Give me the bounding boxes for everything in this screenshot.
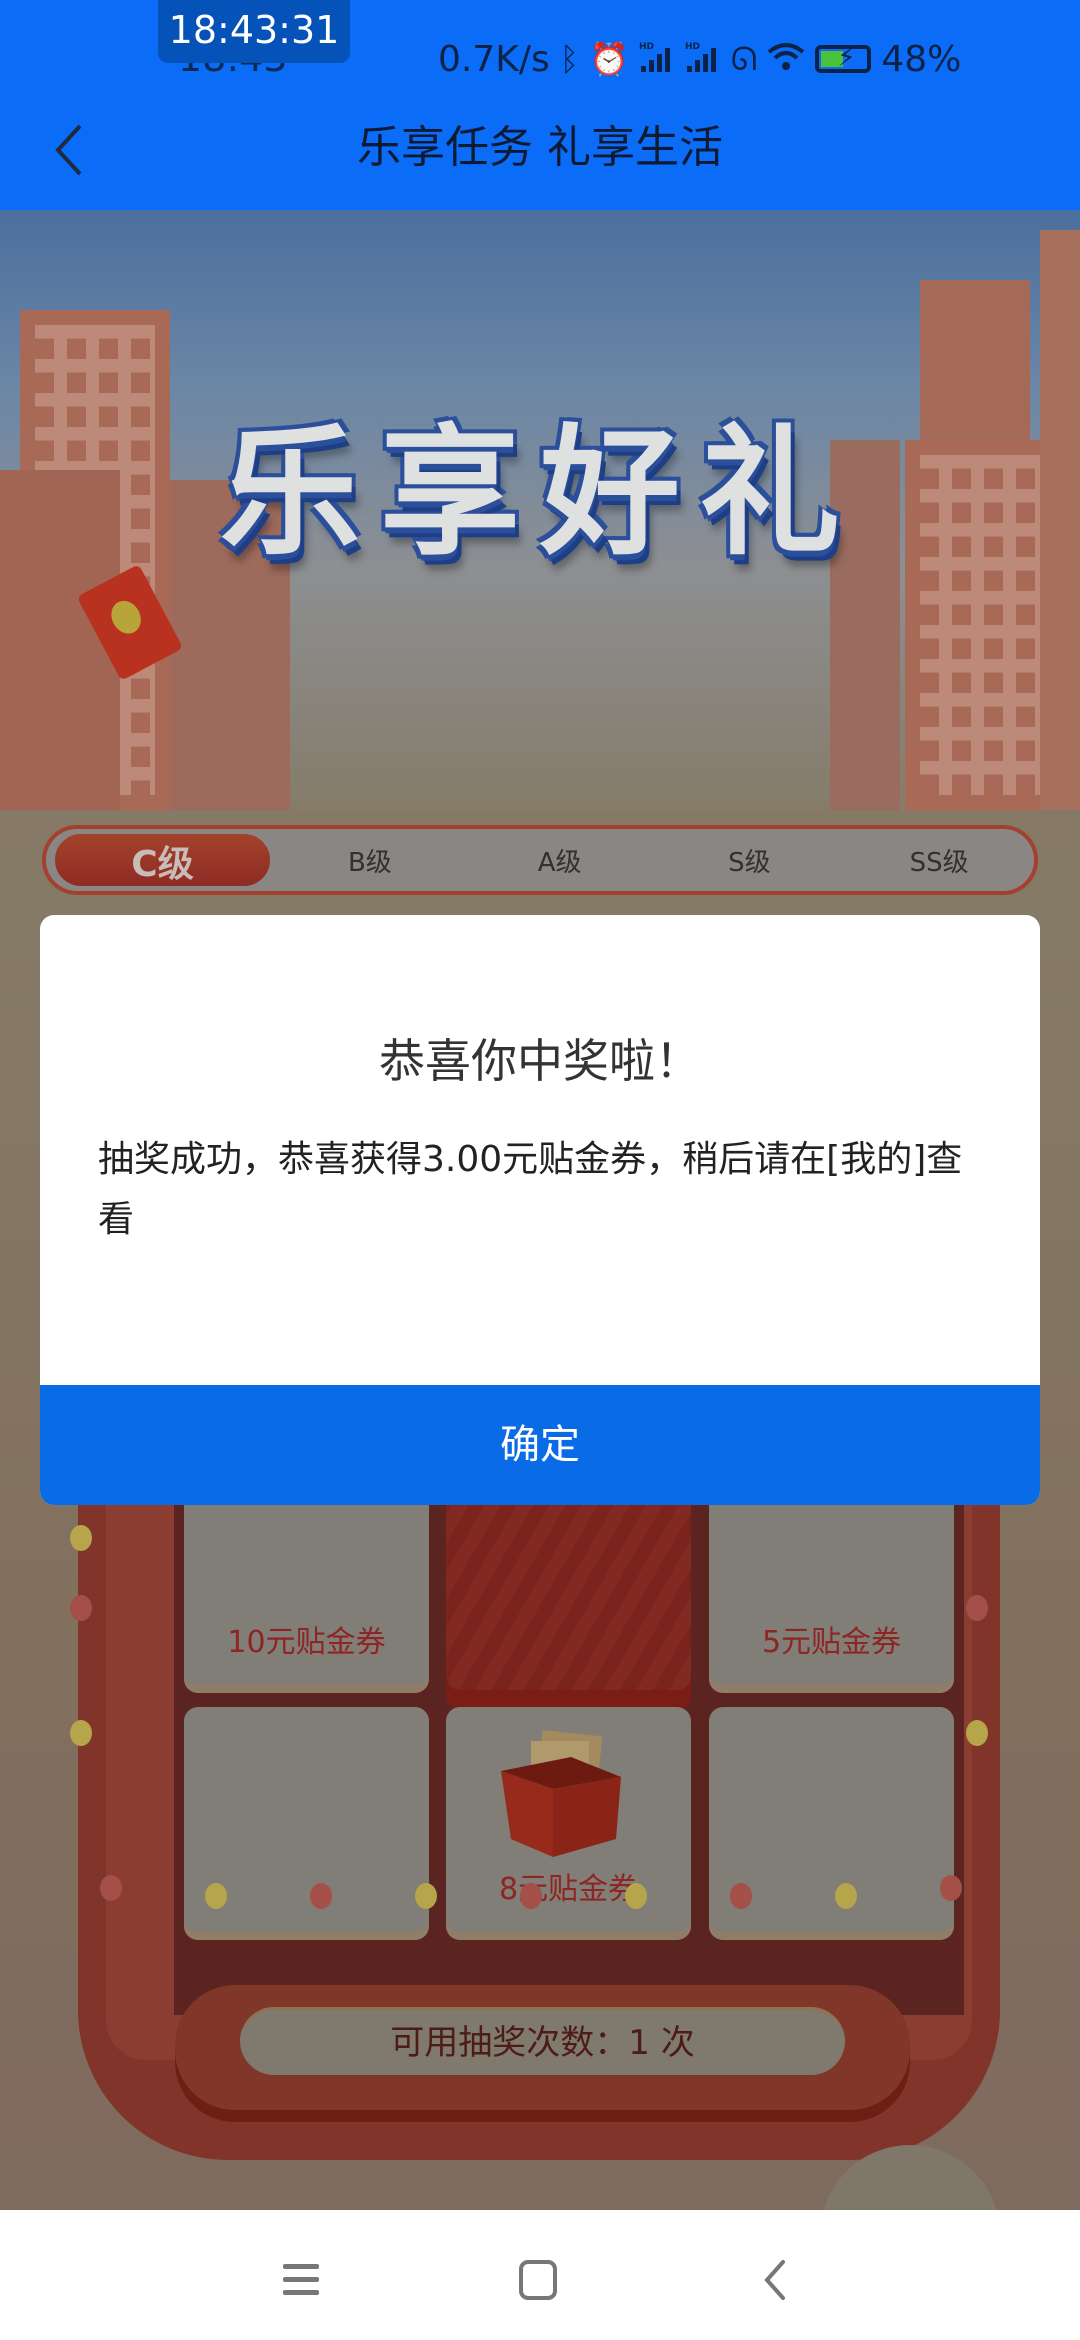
tab-level-s[interactable]: S级 bbox=[655, 842, 845, 879]
tab-level-c[interactable]: C级 bbox=[50, 829, 275, 891]
confirm-button[interactable]: 确定 bbox=[40, 1385, 1040, 1505]
light-bulb bbox=[310, 1883, 332, 1909]
wifi-icon bbox=[767, 42, 805, 77]
draw-count-sign: 可用抽奖次数：1 次 bbox=[175, 1985, 910, 2110]
signal-hd-icon: HD bbox=[685, 40, 721, 79]
prize-label: 8元贴金券 bbox=[498, 1872, 639, 1907]
net-speed: 0.7K/s bbox=[438, 38, 550, 80]
light-bulb bbox=[70, 1720, 92, 1746]
light-bulb bbox=[966, 1720, 988, 1746]
battery-percent: 48% bbox=[881, 38, 962, 80]
nav-back-button[interactable] bbox=[740, 2245, 810, 2315]
menu-icon bbox=[283, 2264, 319, 2295]
light-bulb bbox=[205, 1883, 227, 1909]
system-nav-bar bbox=[0, 2210, 1080, 2340]
prize-label: 5元贴金券 bbox=[761, 1625, 902, 1660]
signal-hd-icon: HD bbox=[639, 40, 675, 79]
status-icons: 0.7K/s ᛒ ⏰ HD HD ᘏ ⚡ 48% bbox=[438, 34, 961, 84]
recent-apps-button[interactable] bbox=[266, 2245, 336, 2315]
tab-level-b[interactable]: B级 bbox=[275, 842, 465, 879]
alarm-icon: ⏰ bbox=[588, 40, 629, 78]
bluetooth-icon: ᛒ bbox=[559, 40, 579, 78]
draw-count-text: 可用抽奖次数：1 次 bbox=[240, 2007, 845, 2075]
light-bulb bbox=[100, 1875, 122, 1901]
dialog-title: 恭喜你中奖啦！ bbox=[379, 1034, 701, 1088]
dialog-message: 抽奖成功，恭喜获得3.00元贴金券，稍后请在[我的]查看 bbox=[98, 1139, 963, 1240]
light-bulb bbox=[966, 1595, 988, 1621]
tab-level-ss[interactable]: SS级 bbox=[844, 842, 1034, 879]
lottery-board-inner: 10元贴金券 5元贴金券 ¥ 8元贴金券 bbox=[106, 1460, 972, 2060]
banner-title: 乐享好礼 bbox=[219, 412, 860, 575]
clock-badge: 18:43:31 bbox=[158, 0, 350, 63]
level-tabs: C级 B级 A级 S级 SS级 bbox=[42, 825, 1038, 895]
link-icon: ᘏ bbox=[730, 40, 758, 78]
prize-cell[interactable]: ¥ 8元贴金券 bbox=[446, 1707, 691, 1940]
battery-charging-icon: ⚡ bbox=[815, 43, 872, 73]
light-bulb bbox=[730, 1883, 752, 1909]
prize-grid: 10元贴金券 5元贴金券 ¥ 8元贴金券 bbox=[174, 1460, 964, 2015]
prize-label: 10元贴金券 bbox=[227, 1625, 386, 1660]
light-bulb bbox=[415, 1883, 437, 1909]
light-bulb bbox=[940, 1875, 962, 1901]
light-bulb bbox=[625, 1883, 647, 1909]
light-bulb bbox=[70, 1595, 92, 1621]
page-title: 乐享任务 礼享生活 bbox=[357, 122, 723, 173]
light-bulb bbox=[70, 1525, 92, 1551]
home-button[interactable] bbox=[504, 2245, 574, 2315]
back-icon bbox=[764, 2260, 785, 2300]
light-bulb bbox=[835, 1883, 857, 1909]
tab-level-a[interactable]: A级 bbox=[465, 842, 655, 879]
hero-banner: 乐享好礼 bbox=[0, 210, 1080, 810]
svg-text:HD: HD bbox=[639, 42, 654, 52]
home-icon bbox=[519, 2260, 557, 2300]
prize-dialog: 恭喜你中奖啦！ 抽奖成功，恭喜获得3.00元贴金券，稍后请在[我的]查看 确定 bbox=[40, 915, 1040, 1505]
svg-text:HD: HD bbox=[685, 42, 700, 52]
voucher-box-icon: ¥ bbox=[501, 1730, 621, 1857]
light-bulb bbox=[520, 1883, 542, 1909]
